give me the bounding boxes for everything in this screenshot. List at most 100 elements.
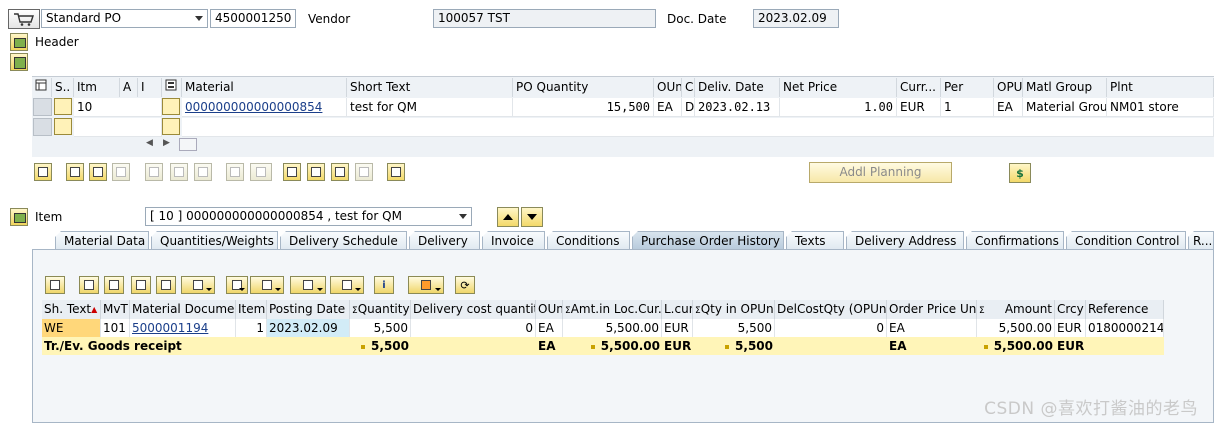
- po-number-field[interactable]: 4500001250: [210, 9, 296, 28]
- hcol-qty-opun[interactable]: ΣQty in OPUn: [693, 300, 775, 319]
- status-cell-empty[interactable]: [54, 118, 72, 135]
- cell-item-empty[interactable]: [74, 118, 162, 137]
- next-item-button[interactable]: [521, 207, 543, 227]
- cell-opu[interactable]: EA: [994, 98, 1023, 117]
- hcell-sh-text[interactable]: WE: [42, 319, 101, 337]
- sort-asc-button[interactable]: [283, 163, 301, 181]
- material-cell-button-empty[interactable]: [162, 118, 180, 135]
- col-short-text[interactable]: Short Text: [347, 78, 513, 97]
- hcell-reference[interactable]: 0180000214: [1086, 319, 1164, 337]
- history-print-button[interactable]: [226, 276, 248, 294]
- hcell-mvt[interactable]: 101: [101, 319, 130, 337]
- history-sort-desc-button[interactable]: [104, 276, 124, 294]
- currency-button[interactable]: $: [1009, 163, 1031, 183]
- hcol-item[interactable]: Item: [236, 300, 267, 319]
- filter-off-button[interactable]: [355, 163, 373, 181]
- col-a[interactable]: A: [120, 78, 138, 97]
- tab-condition-control[interactable]: Condition Control: [1066, 231, 1186, 250]
- tab-texts[interactable]: Texts: [786, 231, 844, 250]
- hcol-material-document[interactable]: Material Document: [130, 300, 236, 319]
- cell-deliv-date[interactable]: 2023.02.13: [695, 98, 780, 117]
- cell-per[interactable]: 1: [941, 98, 994, 117]
- history-flag-button[interactable]: [408, 276, 444, 294]
- col-po-quantity[interactable]: PO Quantity: [513, 78, 654, 97]
- tab-conditions[interactable]: Conditions: [547, 231, 630, 250]
- hcell-amount[interactable]: 5,500.00: [977, 319, 1055, 337]
- col-i[interactable]: I: [138, 78, 162, 97]
- hcell-quantity[interactable]: 5,500: [350, 319, 411, 337]
- history-info-button[interactable]: i: [374, 276, 394, 294]
- tab-quantities-weights[interactable]: Quantities/Weights: [151, 231, 278, 250]
- col-material-icon[interactable]: [162, 78, 182, 97]
- scroll-handle[interactable]: [179, 138, 197, 151]
- addl-planning-button[interactable]: Addl Planning: [809, 162, 952, 183]
- hcol-mvt[interactable]: MvT: [101, 300, 130, 319]
- history-layout-button[interactable]: [330, 276, 364, 294]
- doc-date-field[interactable]: 2023.02.09: [753, 9, 839, 28]
- cell-currency[interactable]: EUR: [897, 98, 941, 117]
- hcell-posting-date[interactable]: 2023.02.09: [267, 319, 350, 337]
- material-cell-button[interactable]: [162, 98, 180, 115]
- col-opu[interactable]: OPU: [994, 78, 1023, 97]
- sort-desc-button[interactable]: [307, 163, 325, 181]
- history-sort-asc-button[interactable]: [79, 276, 99, 294]
- col-oun[interactable]: OUn: [654, 78, 682, 97]
- clipboard-button[interactable]: [387, 163, 405, 181]
- history-find-next-button[interactable]: [156, 276, 176, 294]
- col-c[interactable]: C: [682, 78, 695, 97]
- tab-confirmations[interactable]: Confirmations: [966, 231, 1064, 250]
- cell-oun[interactable]: EA: [654, 98, 682, 117]
- col-matl-group[interactable]: Matl Group: [1023, 78, 1107, 97]
- material-link[interactable]: 000000000000000854: [185, 100, 322, 114]
- scroll-left-icon[interactable]: ◀: [146, 138, 153, 148]
- details-button[interactable]: [34, 163, 52, 181]
- cell-material[interactable]: 000000000000000854: [182, 98, 347, 117]
- history-export-button[interactable]: [290, 276, 326, 294]
- hcell-amt-loc[interactable]: 5,500.00: [563, 319, 662, 337]
- cell-matl-group[interactable]: Material Group...: [1023, 98, 1107, 117]
- hcell-material-document[interactable]: 5000001194: [130, 319, 236, 337]
- hcol-oun[interactable]: OUn: [536, 300, 563, 319]
- col-currency[interactable]: Curr...: [897, 78, 941, 97]
- tab-more[interactable]: R...: [1188, 231, 1214, 250]
- scroll-right-icon[interactable]: ▶: [163, 138, 170, 148]
- hcell-oun[interactable]: EA: [536, 319, 563, 337]
- hcell-delivery-cost-quantity[interactable]: 0: [411, 319, 536, 337]
- tab-delivery-schedule[interactable]: Delivery Schedule: [280, 231, 407, 250]
- tab-invoice[interactable]: Invoice: [482, 231, 545, 250]
- paste-button[interactable]: [250, 163, 272, 181]
- filter-button[interactable]: [331, 163, 349, 181]
- deselect-all-button[interactable]: [89, 163, 107, 181]
- hcell-delcostqty-opun[interactable]: 0: [775, 319, 887, 337]
- unlock-button[interactable]: [194, 163, 212, 181]
- hcol-sh-text[interactable]: Sh. Text▲: [42, 300, 101, 319]
- select-all-button[interactable]: [66, 163, 84, 181]
- select-block-button[interactable]: [112, 163, 130, 181]
- col-per[interactable]: Per: [941, 78, 994, 97]
- history-refresh-button[interactable]: ⟳: [455, 276, 475, 294]
- hcell-qty-opun[interactable]: 5,500: [693, 319, 775, 337]
- hcol-lcur[interactable]: L.cur: [662, 300, 693, 319]
- hcell-item[interactable]: 1: [236, 319, 267, 337]
- tab-delivery-address[interactable]: Delivery Address: [846, 231, 964, 250]
- col-net-price[interactable]: Net Price: [780, 78, 897, 97]
- cell-po-quantity[interactable]: 15,500: [513, 98, 654, 117]
- lock-button[interactable]: [170, 163, 188, 181]
- row-empty[interactable]: [182, 118, 1214, 137]
- material-document-link[interactable]: 5000001194: [132, 321, 208, 335]
- hcol-amount[interactable]: Σ Amount: [977, 300, 1055, 319]
- hcol-delcostqty-opun[interactable]: DelCostQty (OPUn): [775, 300, 887, 319]
- cell-short-text[interactable]: test for QM: [347, 98, 513, 117]
- col-deliv-date[interactable]: Deliv. Date: [695, 78, 780, 97]
- item-collapse-button[interactable]: [10, 208, 28, 226]
- cell-plant[interactable]: NM01 store: [1107, 98, 1214, 117]
- cell-item[interactable]: 10: [74, 98, 162, 117]
- tab-purchase-order-history[interactable]: Purchase Order History: [632, 231, 784, 250]
- item-selector[interactable]: [ 10 ] 000000000000000854 , test for QM: [145, 207, 472, 226]
- col-item[interactable]: Itm: [74, 78, 120, 97]
- hcol-reference[interactable]: Reference: [1086, 300, 1164, 319]
- row-selector[interactable]: [33, 98, 52, 116]
- col-plant[interactable]: Plnt: [1107, 78, 1214, 97]
- grid-config-icon[interactable]: [32, 78, 52, 97]
- cell-net-price[interactable]: 1.00: [780, 98, 897, 117]
